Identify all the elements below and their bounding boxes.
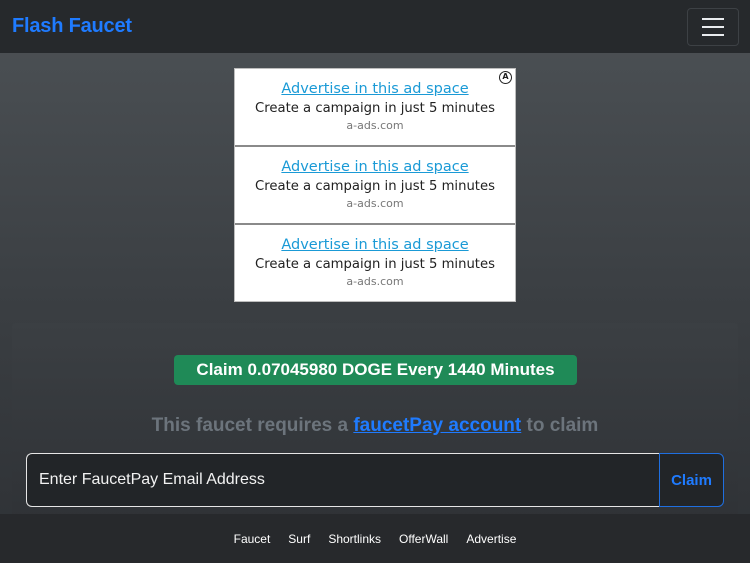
requirement-text-before: This faucet requires a	[151, 415, 349, 436]
ad-unit[interactable]: Advertise in this ad space Create a camp…	[235, 147, 515, 225]
ad-text: Create a campaign in just 5 minutes	[255, 257, 495, 272]
claim-rate-badge: Claim 0.07045980 DOGE Every 1440 Minutes	[174, 355, 577, 385]
faucetpay-account-link[interactable]: faucetPay account	[353, 415, 521, 436]
ad-title-link[interactable]: Advertise in this ad space	[235, 237, 515, 253]
hamburger-bar	[702, 17, 724, 20]
ad-domain: a-ads.com	[346, 197, 404, 210]
ad-unit[interactable]: A Advertise in this ad space Create a ca…	[235, 69, 515, 147]
claim-button[interactable]: Claim	[659, 453, 724, 507]
brand-logo[interactable]: Flash Faucet	[12, 15, 132, 38]
footer-link-advertise[interactable]: Advertise	[466, 532, 516, 546]
footer-link-shortlinks[interactable]: Shortlinks	[328, 532, 381, 546]
hamburger-bar	[702, 25, 724, 28]
footer-link-offerwall[interactable]: OfferWall	[399, 532, 448, 546]
ad-domain: a-ads.com	[346, 275, 404, 288]
ad-banner: A Advertise in this ad space Create a ca…	[234, 68, 516, 302]
hamburger-bar	[702, 33, 724, 36]
footer-link-faucet[interactable]: Faucet	[234, 532, 271, 546]
ad-text: Create a campaign in just 5 minutes	[255, 101, 495, 116]
hamburger-menu-icon[interactable]	[687, 7, 739, 46]
faucetpay-email-input[interactable]	[26, 453, 659, 507]
footer-link-surf[interactable]: Surf	[288, 532, 310, 546]
footer-nav: Faucet Surf Shortlinks OfferWall Adverti…	[0, 514, 750, 563]
adchoices-icon[interactable]: A	[499, 71, 512, 84]
ad-text: Create a campaign in just 5 minutes	[255, 179, 495, 194]
faucetpay-requirement-text: This faucet requires a faucetPay account…	[0, 415, 750, 437]
claim-form: Claim	[26, 453, 724, 507]
ad-title-link[interactable]: Advertise in this ad space	[235, 159, 515, 175]
ad-title-link[interactable]: Advertise in this ad space	[235, 81, 515, 97]
requirement-text-after: to claim	[526, 415, 599, 436]
ad-unit[interactable]: Advertise in this ad space Create a camp…	[235, 225, 515, 303]
ad-domain: a-ads.com	[346, 119, 404, 132]
navbar: Flash Faucet	[0, 0, 750, 53]
